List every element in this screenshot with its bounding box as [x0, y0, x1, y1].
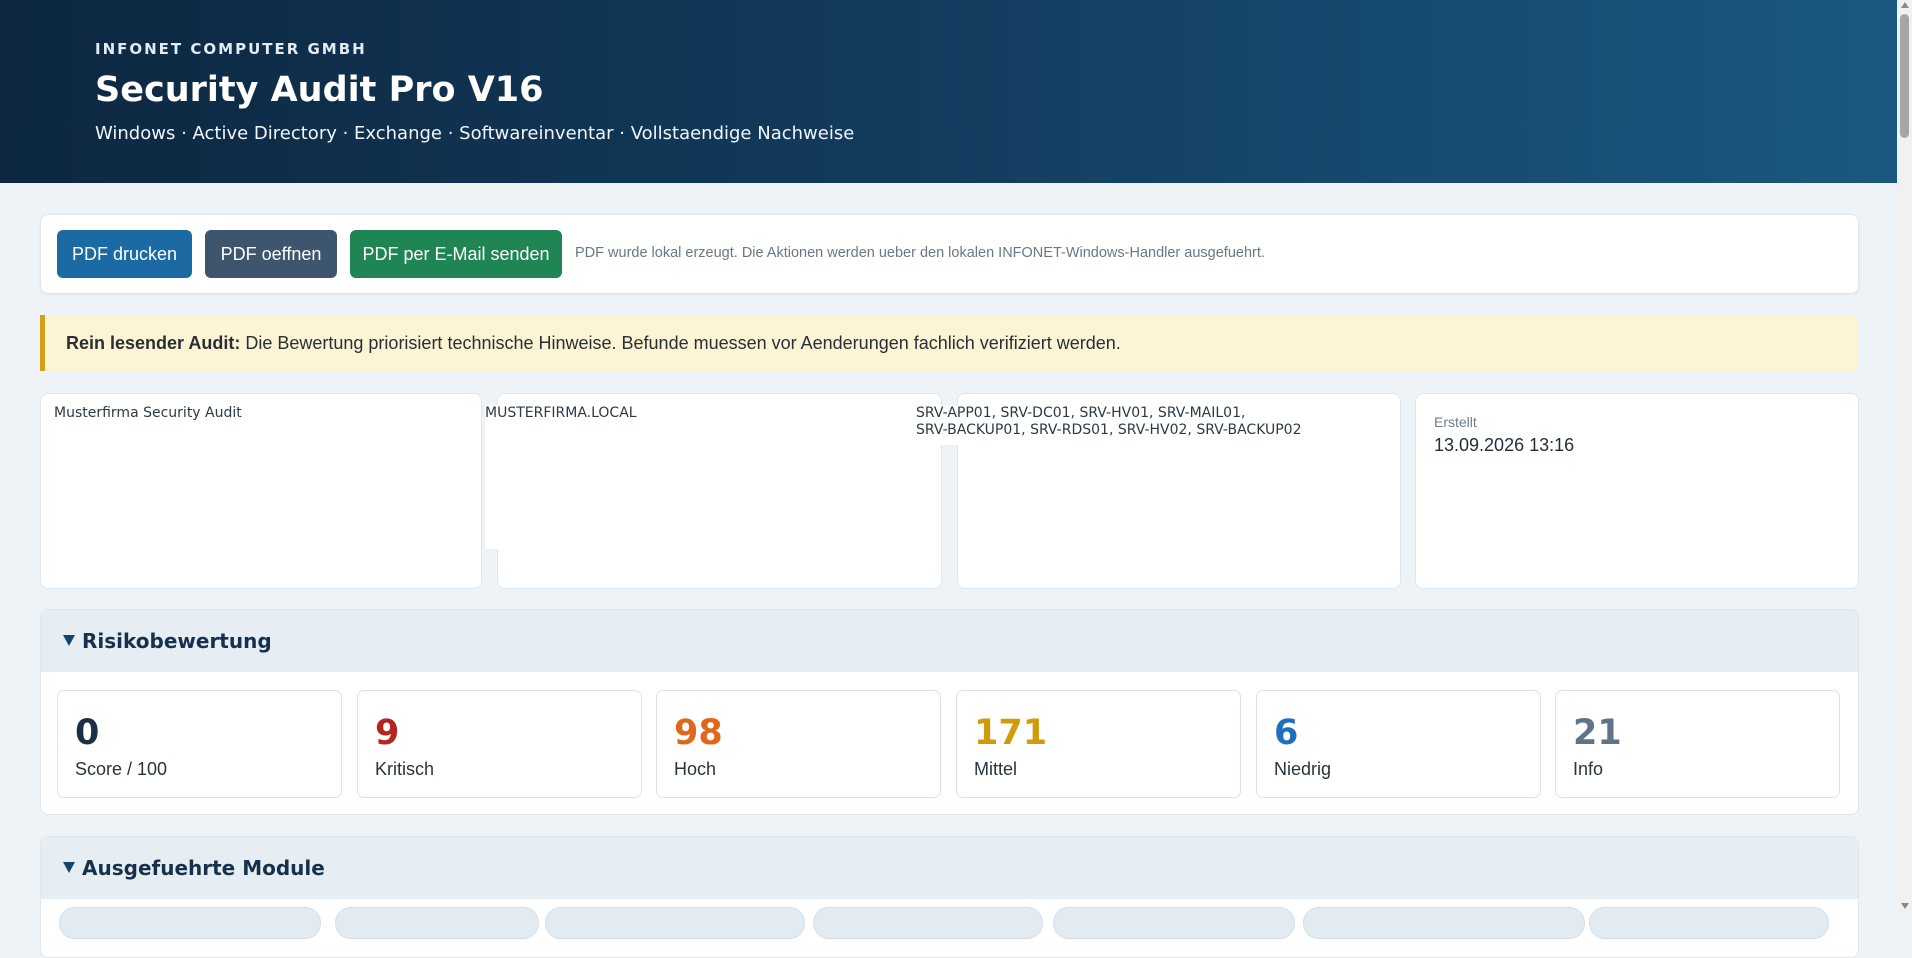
- toolbar-note: PDF wurde lokal erzeugt. Die Aktionen we…: [575, 245, 1265, 261]
- kpi-value: 171: [974, 713, 1048, 753]
- page-title: Security Audit Pro V16: [95, 70, 544, 110]
- created-label: Erstellt: [1434, 414, 1477, 430]
- module-pill: [335, 907, 539, 939]
- readonly-notice: Rein lesender Audit: Die Bewertung prior…: [40, 315, 1858, 371]
- kpi-label: Mittel: [974, 759, 1018, 779]
- kpi-label: Score / 100: [75, 759, 168, 779]
- kpi-value: 6: [1274, 713, 1299, 753]
- notice-body: Die Bewertung priorisiert technische Hin…: [240, 333, 1121, 353]
- kpi-score: 0 Score / 100: [57, 690, 342, 798]
- scroll-up-arrow-icon[interactable]: [1901, 2, 1909, 8]
- scrollbar-thumb[interactable]: [1900, 14, 1909, 138]
- kpi-label: Niedrig: [1274, 759, 1332, 779]
- risk-section-title: Risikobewertung: [82, 629, 272, 653]
- kpi-label: Hoch: [674, 759, 717, 779]
- app-header: INFONET COMPUTER GMBH Security Audit Pro…: [0, 0, 1897, 183]
- kpi-info: 21 Info: [1555, 690, 1840, 798]
- notice-bold: Rein lesender Audit:: [66, 333, 241, 353]
- kpi-medium: 171 Mittel: [956, 690, 1241, 798]
- notice-text: Rein lesender Audit: Die Bewertung prior…: [66, 333, 1121, 354]
- module-pill: [813, 907, 1043, 939]
- modules-section-header[interactable]: Ausgefuehrte Module: [41, 837, 1858, 899]
- caret-down-icon: [63, 635, 75, 646]
- caret-down-icon: [63, 862, 75, 873]
- kpi-label: Kritisch: [375, 759, 435, 779]
- pdf-toolbar: PDF drucken PDF oeffnen PDF per E-Mail s…: [40, 214, 1859, 294]
- pdf-email-button[interactable]: PDF per E-Mail senden: [350, 230, 562, 278]
- module-pill: [1053, 907, 1295, 939]
- server-list: SRV-APP01, SRV-DC01, SRV-HV01, SRV-MAIL0…: [916, 405, 1400, 445]
- pdf-print-button[interactable]: PDF drucken: [57, 230, 192, 278]
- kpi-critical: 9 Kritisch: [357, 690, 642, 798]
- risk-section: Risikobewertung 0 Score / 100 9 Kritisch…: [40, 609, 1859, 815]
- scroll-down-arrow-icon[interactable]: [1901, 903, 1909, 909]
- kpi-value: 9: [375, 713, 400, 753]
- modules-section-title: Ausgefuehrte Module: [82, 856, 325, 880]
- kpi-value: 21: [1573, 713, 1622, 753]
- module-pill: [545, 907, 805, 939]
- module-pill: [1303, 907, 1585, 939]
- kpi-low: 6 Niedrig: [1256, 690, 1541, 798]
- kpi-label: Info: [1573, 759, 1604, 779]
- kpi-value: 98: [674, 713, 723, 753]
- info-card-audit: [40, 393, 482, 589]
- domain-name: MUSTERFIRMA.LOCAL: [485, 405, 940, 549]
- server-list-line: SRV-APP01, SRV-DC01, SRV-HV01, SRV-MAIL0…: [916, 405, 1246, 421]
- kpi-value: 0: [75, 713, 100, 753]
- page-subtitle: Windows · Active Directory · Exchange · …: [95, 123, 855, 144]
- module-pill: [1589, 907, 1829, 939]
- modules-section: Ausgefuehrte Module: [40, 836, 1859, 958]
- created-value: 13.09.2026 13:16: [1434, 435, 1575, 455]
- company-name: INFONET COMPUTER GMBH: [95, 40, 367, 58]
- pdf-open-button[interactable]: PDF oeffnen: [205, 230, 337, 278]
- server-list-line: SRV-BACKUP01, SRV-RDS01, SRV-HV02, SRV-B…: [916, 422, 1302, 438]
- info-card-created: [1415, 393, 1859, 589]
- kpi-high: 98 Hoch: [656, 690, 941, 798]
- module-pill: [59, 907, 321, 939]
- audit-name: Musterfirma Security Audit: [54, 405, 242, 421]
- risk-section-header[interactable]: Risikobewertung: [41, 610, 1858, 672]
